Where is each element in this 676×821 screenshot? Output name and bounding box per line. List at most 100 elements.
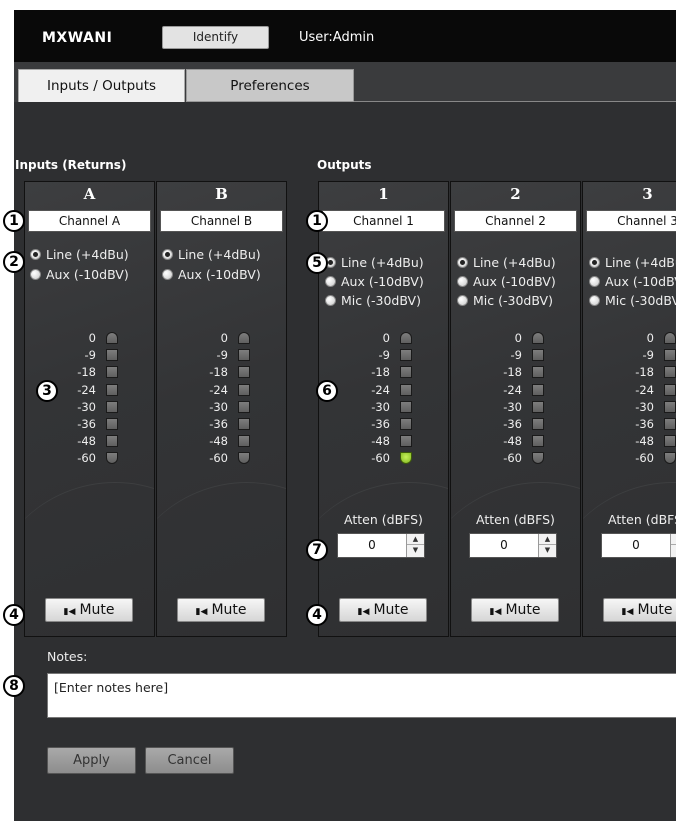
app-window: MXWANI Identify User:Admin Inputs / Outp…	[14, 10, 676, 821]
radio-button-icon[interactable]	[325, 295, 336, 306]
meter-led-indicator	[664, 435, 676, 448]
callout-marker: 3	[36, 380, 58, 402]
channel-name-field[interactable]: Channel B	[160, 210, 283, 232]
meter-level-label: -48	[503, 434, 522, 449]
outputs-section-title: Outputs	[317, 158, 372, 172]
meter-led-indicator	[532, 400, 544, 413]
level-radio-option[interactable]: Mic (-30dBV)	[589, 293, 676, 311]
atten-value[interactable]: 0	[470, 534, 538, 557]
channel-label: 2	[510, 185, 521, 203]
meter-row: 0	[583, 330, 676, 347]
channel-name-field[interactable]: Channel 2	[454, 210, 577, 232]
meter-row: -18	[583, 364, 676, 381]
atten-value[interactable]: 0	[602, 534, 670, 557]
meter-led-indicator	[664, 349, 676, 362]
radio-button-icon[interactable]	[30, 269, 41, 280]
meter-level-label: -9	[216, 348, 228, 363]
meter-level-label: -24	[371, 382, 390, 397]
channel-name-field[interactable]: Channel 1	[322, 210, 445, 232]
channel-label: 3	[642, 185, 653, 203]
level-radio-option[interactable]: Line (+4dBu)	[589, 255, 676, 273]
level-radio-option[interactable]: Aux (-10dBV)	[162, 267, 261, 285]
mute-button[interactable]: ▮◀ Mute	[177, 598, 265, 622]
radio-option-label: Mic (-30dBV)	[473, 293, 553, 308]
meter-row: -9	[451, 347, 580, 364]
identify-button[interactable]: Identify	[162, 26, 269, 49]
notes-field[interactable]: [Enter notes here]	[47, 673, 676, 718]
channel-panel: A Channel A Line (+4dBu) Aux (-10dBV) 0 -9 -18…	[24, 181, 155, 637]
meter-row: -9	[157, 347, 286, 364]
atten-value[interactable]: 0	[338, 534, 406, 557]
channel-panel: 3 Channel 3 Line (+4dBu) Aux (-10dBV) Mic (-…	[582, 181, 676, 637]
meter-row: -9	[25, 347, 154, 364]
channel-name-field[interactable]: Channel 3	[586, 210, 676, 232]
stepper-down-icon[interactable]: ▼	[407, 545, 424, 556]
radio-button-icon[interactable]	[30, 249, 41, 260]
mute-label: Mute	[373, 602, 409, 618]
radio-button-icon[interactable]	[589, 276, 600, 287]
level-meter: 0 -9 -18 -24 -30 -36 -48 -60	[451, 330, 580, 500]
channel-name-field[interactable]: Channel A	[28, 210, 151, 232]
atten-stepper[interactable]: 0▲▼	[601, 533, 676, 558]
radio-option-label: Line (+4dBu)	[341, 255, 424, 270]
meter-led-indicator	[400, 400, 412, 413]
channel-panel: 1 Channel 1 Line (+4dBu) Aux (-10dBV) Mic (-…	[318, 181, 449, 637]
mute-label: Mute	[637, 602, 673, 618]
level-radio-option[interactable]: Line (+4dBu)	[457, 255, 556, 273]
stepper-up-icon[interactable]: ▲	[407, 534, 424, 545]
level-radio-option[interactable]: Mic (-30dBV)	[457, 293, 553, 311]
inputs-section-title: Inputs (Returns)	[15, 158, 127, 172]
level-radio-option[interactable]: Mic (-30dBV)	[325, 293, 421, 311]
radio-button-icon[interactable]	[589, 295, 600, 306]
level-radio-option[interactable]: Line (+4dBu)	[30, 247, 129, 265]
meter-level-label: 0	[646, 331, 654, 345]
meter-row: -60	[25, 450, 154, 467]
meter-led-indicator	[400, 366, 412, 379]
meter-led-indicator	[664, 332, 676, 344]
mute-button[interactable]: ▮◀ Mute	[471, 598, 559, 622]
mute-button[interactable]: ▮◀ Mute	[45, 598, 133, 622]
top-bar: MXWANI Identify User:Admin	[14, 10, 676, 62]
level-radio-option[interactable]: Line (+4dBu)	[162, 247, 261, 265]
level-radio-option[interactable]: Aux (-10dBV)	[325, 274, 424, 292]
stepper-up-icon[interactable]: ▲	[539, 534, 556, 545]
radio-button-icon[interactable]	[457, 276, 468, 287]
stepper-down-icon[interactable]: ▼	[539, 545, 556, 556]
cancel-button[interactable]: Cancel	[145, 747, 234, 774]
mute-button[interactable]: ▮◀ Mute	[339, 598, 427, 622]
stepper-up-icon[interactable]: ▲	[671, 534, 676, 545]
channel-label: 1	[378, 185, 389, 203]
speaker-icon: ▮◀	[195, 607, 208, 617]
meter-row: 0	[25, 330, 154, 347]
meter-row: -60	[157, 450, 286, 467]
radio-button-icon[interactable]	[162, 269, 173, 280]
radio-button-icon[interactable]	[457, 257, 468, 268]
radio-button-icon[interactable]	[162, 249, 173, 260]
mute-label: Mute	[79, 602, 115, 618]
level-meter: 0 -9 -18 -24 -30 -36 -48 -60	[25, 330, 154, 500]
radio-option-label: Aux (-10dBV)	[46, 267, 129, 282]
level-radio-option[interactable]: Aux (-10dBV)	[589, 274, 676, 292]
radio-button-icon[interactable]	[457, 295, 468, 306]
apply-button[interactable]: Apply	[47, 747, 136, 774]
user-label: User:Admin	[299, 30, 375, 45]
stepper-down-icon[interactable]: ▼	[671, 545, 676, 556]
radio-option-label: Aux (-10dBV)	[605, 274, 676, 289]
meter-row: -48	[25, 433, 154, 450]
meter-row: -36	[319, 416, 448, 433]
radio-button-icon[interactable]	[325, 276, 336, 287]
meter-row: -30	[319, 399, 448, 416]
meter-level-label: -30	[371, 399, 390, 414]
radio-button-icon[interactable]	[589, 257, 600, 268]
meter-level-label: -9	[510, 348, 522, 363]
level-radio-option[interactable]: Line (+4dBu)	[325, 255, 424, 273]
level-radio-option[interactable]: Aux (-10dBV)	[30, 267, 129, 285]
atten-label: Atten (dBFS)	[344, 512, 423, 527]
atten-stepper[interactable]: 0▲▼	[337, 533, 425, 558]
meter-level-label: -60	[371, 451, 390, 466]
tab-inputs-outputs[interactable]: Inputs / Outputs	[18, 69, 185, 102]
atten-stepper[interactable]: 0▲▼	[469, 533, 557, 558]
level-radio-option[interactable]: Aux (-10dBV)	[457, 274, 556, 292]
tab-preferences[interactable]: Preferences	[186, 69, 354, 102]
mute-button[interactable]: ▮◀ Mute	[603, 598, 676, 622]
